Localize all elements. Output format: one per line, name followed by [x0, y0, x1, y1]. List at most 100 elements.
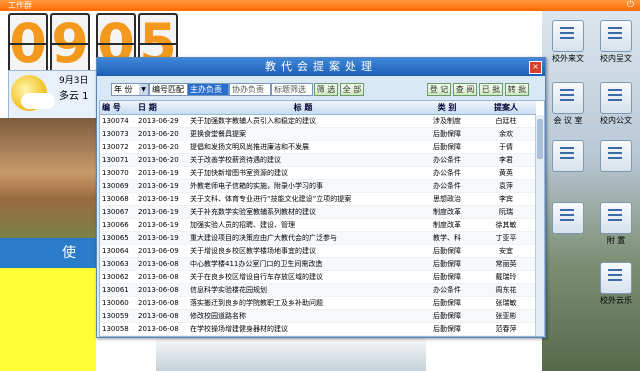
number-match-select[interactable]: 编号匹配: [149, 83, 189, 96]
cell-number: 130072: [100, 140, 136, 154]
cell-category: 办公条件: [418, 166, 476, 180]
desktop-icon-calendar[interactable]: [591, 140, 640, 173]
cell-title: 中心教学楼411办公室门口的卫生间需改造: [188, 257, 418, 271]
clock-digit-hour-ones: 9: [50, 12, 90, 75]
number-match-value: 编号匹配: [152, 85, 184, 94]
desktop-icon-person[interactable]: [543, 202, 593, 235]
cell-category: 后勤保障: [418, 257, 476, 271]
table-row[interactable]: 130060 2013-06-08 落实搬迁到良乡的学院教职工及乡补助问题 后勤保障张…: [100, 296, 536, 310]
table-row[interactable]: 130072 2013-06-20 提倡和发扬文明风尚推进廉洁和不发展 后勤保障 于倩: [100, 140, 536, 154]
desktop-icon-label: 附 置: [606, 236, 626, 245]
left-banner: 使 术: [0, 238, 100, 291]
cell-title: 在学校操场增建健身器材的建议: [188, 322, 418, 336]
column-header-category[interactable]: 类 别: [418, 101, 476, 115]
desktop-icon-cloud[interactable]: 校外云乐: [591, 262, 640, 306]
cell-number: 130068: [100, 192, 136, 206]
cell-date: 2013-06-08: [136, 283, 188, 297]
desktop-icon-attachment[interactable]: 附 置: [591, 202, 640, 246]
cell-category: 后勤保障: [418, 244, 476, 258]
background-photo: [0, 118, 100, 253]
desktop-icon-label: 会 议 室: [553, 116, 583, 125]
cell-category: 制度改革: [418, 218, 476, 232]
desktop-icon-internal-docs[interactable]: 校内呈文: [591, 20, 640, 64]
cell-proposer: 阮瑞: [476, 205, 536, 219]
table-row[interactable]: 130066 2013-06-19 加强实验人员的招聘、建设、管理 制度改革 徐其敏: [100, 218, 536, 232]
register-button[interactable]: 登 记: [427, 83, 451, 96]
desktop-icon-label: 校外来文: [552, 54, 584, 63]
column-header-title[interactable]: 标 题: [188, 101, 418, 115]
yellow-panel: [0, 268, 96, 371]
calendar-icon: [600, 140, 632, 172]
cell-date: 2013-06-19: [136, 179, 188, 193]
desktop-icon-apps[interactable]: [543, 140, 593, 173]
table-row[interactable]: 130064 2013-06-09 关于增设良乡校区教学楼场地事宜的建议 后勤保障 安宜: [100, 244, 536, 258]
chevron-down-icon: ▼: [139, 84, 148, 95]
table-row[interactable]: 130071 2013-06-20 关于改善学校薪资待遇的建议 办公条件 李君: [100, 153, 536, 167]
cell-date: 2013-06-20: [136, 153, 188, 167]
desktop-icon-incoming-docs[interactable]: 校外来文: [543, 20, 593, 64]
cell-category: 后勤保障: [418, 309, 476, 323]
desktop-background: [542, 11, 640, 371]
cell-number: 130066: [100, 218, 136, 232]
cell-date: 2013-06-19: [136, 205, 188, 219]
cell-number: 130074: [100, 114, 136, 128]
table-row[interactable]: 130073 2013-06-20 更换食堂餐具提案 后勤保障 余欢: [100, 127, 536, 141]
weather-condition: 多云 1: [59, 91, 89, 102]
co-handler-input[interactable]: 协办负责: [229, 83, 271, 96]
table-row[interactable]: 130061 2013-06-08 信息科学实验楼花园规划 办公条件 周东花: [100, 283, 536, 297]
cell-date: 2013-06-19: [136, 192, 188, 206]
top-bar: 工作群 ⏻: [0, 0, 640, 11]
column-header-proposer[interactable]: 提案人: [476, 101, 536, 115]
desktop-icon-internal-notices[interactable]: 校内公文: [591, 82, 640, 126]
year-select[interactable]: 年 份 ▼: [111, 83, 149, 96]
vertical-scrollbar[interactable]: [535, 115, 544, 336]
table-row[interactable]: 130068 2013-06-19 关于文科、体育专业进行“技能文化建设”立项的提案…: [100, 192, 536, 206]
table-row[interactable]: 130065 2013-06-19 重大建设项目的决策应由广大教代会的广泛参与 教学、…: [100, 231, 536, 245]
cell-number: 130061: [100, 283, 136, 297]
table-row[interactable]: 130070 2013-06-19 关于加快新增图书室资源的建议 办公条件 黄英: [100, 166, 536, 180]
column-header-date[interactable]: 日 期: [136, 101, 188, 115]
table-row[interactable]: 130067 2013-06-19 关于补充数学实验室教辅系列教材的建议 制度改革 阮瑞: [100, 205, 536, 219]
table-row[interactable]: 130058 2013-06-08 在学校操场增建健身器材的建议 后勤保障 范春萍: [100, 322, 536, 336]
cell-date: 2013-06-08: [136, 296, 188, 310]
cell-date: 2013-06-19: [136, 218, 188, 232]
proposal-dialog: 教代会提案处理 × 年 份 ▼ 编号匹配 主办负责 协办负责 标题筛选 筛 选 …: [96, 57, 546, 338]
cell-title: 关于改善学校薪资待遇的建议: [188, 153, 418, 167]
table-row[interactable]: 130063 2013-06-08 中心教学楼411办公室门口的卫生间需改造 后勤保障…: [100, 257, 536, 271]
show-all-button[interactable]: 全 部: [340, 83, 364, 96]
forward-button[interactable]: 转 批: [505, 83, 529, 96]
person-icon: [552, 202, 584, 234]
desktop-icon-meeting-room[interactable]: 会 议 室: [543, 82, 593, 126]
cell-date: 2013-06-19: [136, 231, 188, 245]
table-row[interactable]: 130062 2013-06-08 关于在良乡校区增设自行车存放区域的建议 后勤保障戴…: [100, 270, 536, 284]
power-icon[interactable]: ⏻: [627, 0, 634, 11]
cell-proposer: 李君: [476, 153, 536, 167]
table-row[interactable]: 130059 2013-06-08 修改校园道路名称 后勤保障 张亚彬: [100, 309, 536, 323]
cell-title: 关于文科、体育专业进行“技能文化建设”立项的提案: [188, 192, 418, 206]
view-button[interactable]: 查 阅: [453, 83, 477, 96]
filter-button[interactable]: 筛 选: [314, 83, 338, 96]
close-button[interactable]: ×: [529, 61, 542, 74]
cell-category: 办公条件: [418, 153, 476, 167]
cell-proposer: 张亚彬: [476, 309, 536, 323]
cell-category: 后勤保障: [418, 140, 476, 154]
table-row[interactable]: 130069 2013-06-19 外教老师电子信箱的实施，附录小学习的事 办公条件袁…: [100, 179, 536, 193]
cell-date: 2013-06-09: [136, 244, 188, 258]
title-filter-input[interactable]: 标题筛选: [271, 83, 313, 96]
approved-button[interactable]: 已 批: [479, 83, 503, 96]
table-row[interactable]: 130074 2013-06-29 关于加强数字教辅人员引入和稳定的建议 涉及制度 白廷…: [100, 114, 536, 128]
cell-category: 后勤保障: [418, 322, 476, 336]
cell-number: 130070: [100, 166, 136, 180]
scrollbar-thumb[interactable]: [537, 119, 543, 159]
bottom-image: [156, 338, 426, 371]
cell-number: 130064: [100, 244, 136, 258]
cell-category: 办公条件: [418, 179, 476, 193]
year-select-value: 年 份: [114, 85, 133, 94]
cell-title: 修改校园道路名称: [188, 309, 418, 323]
clock-digit-hour-tens: 0: [8, 12, 48, 75]
cell-number: 130069: [100, 179, 136, 193]
column-header-number[interactable]: 编 号: [100, 101, 136, 115]
main-handler-input[interactable]: 主办负责: [187, 83, 229, 96]
table-body: 130074 2013-06-29 关于加强数字教辅人员引入和稳定的建议 涉及制度 白廷…: [100, 114, 536, 336]
cell-title: 关于在良乡校区增设自行车存放区域的建议: [188, 270, 418, 284]
